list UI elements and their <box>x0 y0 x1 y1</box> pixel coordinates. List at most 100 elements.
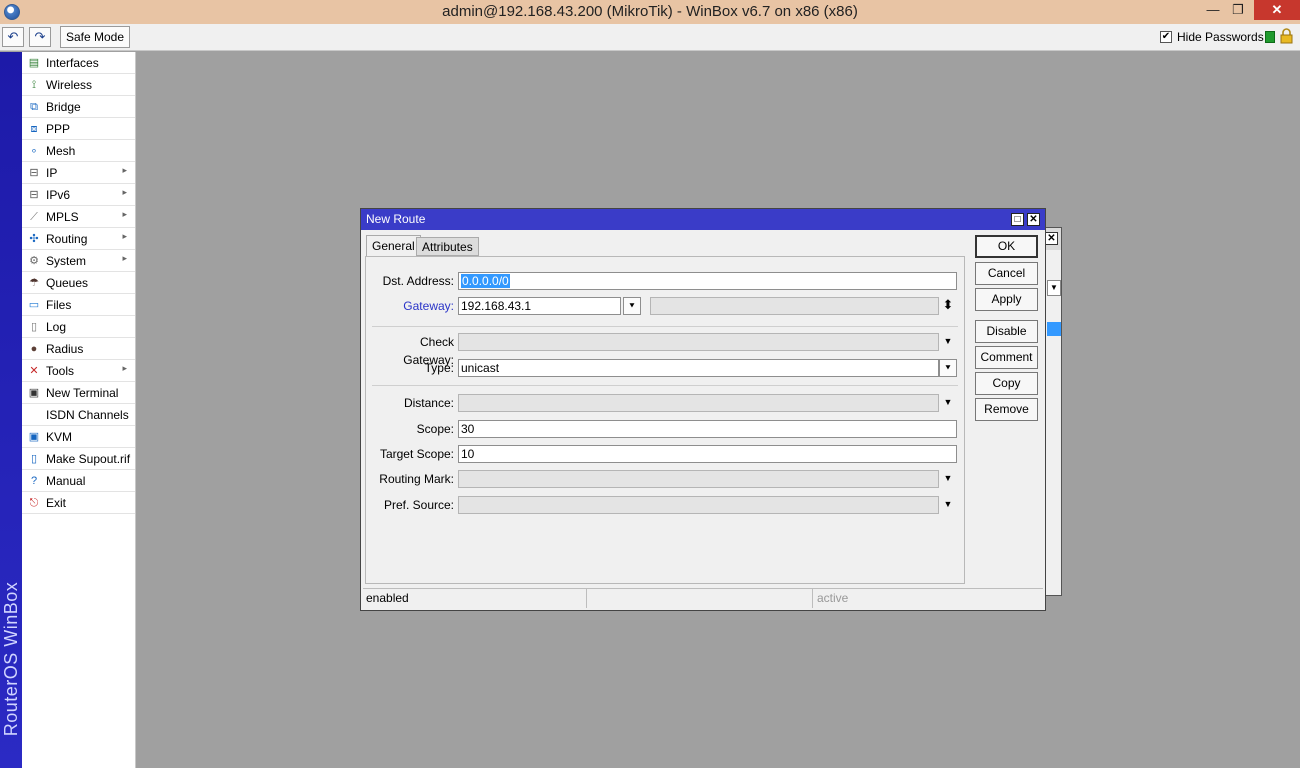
submenu-arrow-icon: ▸ <box>122 231 127 241</box>
pref-source-select[interactable] <box>458 496 939 514</box>
sidebar-item-bridge[interactable]: ⧉ Bridge <box>22 96 135 118</box>
sidebar-item-mesh[interactable]: ∘ Mesh <box>22 140 135 162</box>
routing-icon: ✣ <box>29 232 39 245</box>
window-title-bar: admin@192.168.43.200 (MikroTik) - WinBox… <box>0 0 1300 24</box>
dst-address-label: Dst. Address: <box>382 274 454 288</box>
target-scope-input[interactable]: 10 <box>458 445 957 463</box>
sidebar-item-kvm[interactable]: ▣ KVM <box>22 426 135 448</box>
sidebar-item-label: Interfaces <box>46 55 99 70</box>
queues-icon: ☂ <box>29 276 39 289</box>
comment-button[interactable]: Comment <box>975 346 1038 369</box>
sidebar-item-wireless[interactable]: ⟟ Wireless <box>22 74 135 96</box>
tab-attributes[interactable]: Attributes <box>416 237 479 256</box>
distance-dropdown-icon[interactable]: ▼ <box>939 394 957 412</box>
redo-button[interactable]: ↷ <box>29 27 51 47</box>
sidebar-item-new-terminal[interactable]: ▣ New Terminal <box>22 382 135 404</box>
tab-general[interactable]: General <box>366 235 421 257</box>
ok-button[interactable]: OK <box>975 235 1038 258</box>
dialog-maximize-button[interactable]: □ <box>1011 213 1024 226</box>
redo-icon: ↷ <box>34 29 46 44</box>
gateway-interface-input[interactable] <box>650 297 939 315</box>
gateway-label[interactable]: Gateway: <box>366 297 454 315</box>
type-dropdown-button[interactable]: ⯆ <box>939 359 957 377</box>
apply-button[interactable]: Apply <box>975 288 1038 311</box>
sidebar-item-ppp[interactable]: ⧈ PPP <box>22 118 135 140</box>
check-gateway-dropdown-icon[interactable]: ▼ <box>939 333 957 351</box>
sidebar-item-label: Exit <box>46 495 67 510</box>
interfaces-icon: ▤ <box>28 56 40 69</box>
submenu-arrow-icon: ▸ <box>122 209 127 219</box>
status-middle <box>589 589 813 608</box>
sidebar-item-queues[interactable]: ☂ Queues <box>22 272 135 294</box>
safe-mode-button[interactable]: Safe Mode <box>60 26 130 48</box>
lock-icon <box>1280 28 1293 44</box>
cancel-button[interactable]: Cancel <box>975 262 1038 285</box>
minimize-button[interactable]: — <box>1199 0 1227 20</box>
toolbar: ↶ ↷ Safe Mode ✔ Hide Passwords <box>0 24 1300 51</box>
scope-label: Scope: <box>416 422 454 436</box>
side-menu: ▤ Interfaces ⟟ Wireless ⧉ Bridge ⧈ PPP ∘ Mesh ⊟ IP ▸… <box>22 52 136 768</box>
scope-input[interactable]: 30 <box>458 420 957 438</box>
kvm-icon: ▣ <box>28 430 40 443</box>
dst-address-row: Dst. Address: 0.0.0.0/0 <box>366 272 966 290</box>
sidebar-item-exit[interactable]: ⎋ Exit <box>22 492 135 514</box>
routing-mark-row: Routing Mark: ▼ <box>366 470 966 488</box>
sidebar-item-label: ISDN Channels <box>46 407 129 422</box>
exit-icon: ⎋ <box>29 496 39 509</box>
sidebar-item-make-supout-rif[interactable]: ▯ Make Supout.rif <box>22 448 135 470</box>
gateway-add-remove-icon[interactable]: ⬍ <box>939 297 957 315</box>
routing-mark-dropdown-icon[interactable]: ▼ <box>939 470 957 488</box>
sidebar-item-label: Log <box>46 319 67 334</box>
status-active: active <box>817 591 849 605</box>
sidebar-item-tools[interactable]: ✕ Tools ▸ <box>22 360 135 382</box>
sidebar-item-label: New Terminal <box>46 385 119 400</box>
submenu-arrow-icon: ▸ <box>122 165 127 175</box>
sidebar-item-manual[interactable]: ? Manual <box>22 470 135 492</box>
type-row: Type: unicast ⯆ <box>366 359 966 377</box>
manual-icon: ? <box>30 474 38 487</box>
sidebar-item-system[interactable]: ⚙ System ▸ <box>22 250 135 272</box>
routing-mark-select[interactable] <box>458 470 939 488</box>
sidebar-item-files[interactable]: ▭ Files <box>22 294 135 316</box>
pref-source-row: Pref. Source: ▼ <box>366 496 966 514</box>
sidebar-item-ipv6[interactable]: ⊟ IPv6 ▸ <box>22 184 135 206</box>
route-list-selected-row[interactable] <box>1047 322 1061 336</box>
submenu-arrow-icon: ▸ <box>122 363 127 373</box>
dialog-title: New Route <box>366 212 426 226</box>
pref-source-dropdown-icon[interactable]: ▼ <box>939 496 957 514</box>
sidebar-item-ip[interactable]: ⊟ IP ▸ <box>22 162 135 184</box>
sidebar-item-label: Queues <box>46 275 89 290</box>
sidebar-item-label: Make Supout.rif <box>46 451 131 466</box>
sidebar-item-routing[interactable]: ✣ Routing ▸ <box>22 228 135 250</box>
copy-button[interactable]: Copy <box>975 372 1038 395</box>
system-icon: ⚙ <box>29 254 39 267</box>
sidebar-item-interfaces[interactable]: ▤ Interfaces <box>22 52 135 74</box>
disable-button[interactable]: Disable <box>975 320 1038 343</box>
type-select[interactable]: unicast <box>458 359 939 377</box>
blank-icon <box>26 407 42 423</box>
hide-passwords-label: Hide Passwords <box>1177 30 1264 44</box>
pref-source-label: Pref. Source: <box>383 498 454 512</box>
hide-passwords-checkbox[interactable]: ✔ <box>1160 31 1172 43</box>
sidebar-item-radius[interactable]: ● Radius <box>22 338 135 360</box>
close-window-button[interactable]: ✕ <box>1254 0 1300 20</box>
bridge-icon: ⧉ <box>30 100 38 113</box>
gateway-dropdown-button[interactable]: ⯆ <box>623 297 641 315</box>
route-list-close-button[interactable]: ✕ <box>1045 232 1058 245</box>
gateway-input[interactable]: 192.168.43.1 <box>458 297 621 315</box>
restore-button[interactable]: ❐ <box>1224 0 1252 20</box>
terminal-icon: ▣ <box>28 386 40 399</box>
hide-passwords-toggle[interactable]: ✔ Hide Passwords <box>1160 29 1264 45</box>
undo-button[interactable]: ↶ <box>2 27 24 47</box>
dialog-close-button[interactable]: ✕ <box>1027 213 1040 226</box>
sidebar-item-mpls[interactable]: ⟋ MPLS ▸ <box>22 206 135 228</box>
route-list-filter-dropdown[interactable]: ▼ <box>1047 280 1061 296</box>
remove-button[interactable]: Remove <box>975 398 1038 421</box>
sidebar-item-label: PPP <box>46 121 71 136</box>
dst-address-input[interactable]: 0.0.0.0/0 <box>458 272 957 290</box>
sidebar-item-isdn-channels[interactable]: ISDN Channels <box>22 404 135 426</box>
brand-label: RouterOS WinBox <box>1 581 21 737</box>
sidebar-item-log[interactable]: ▯ Log <box>22 316 135 338</box>
distance-input[interactable] <box>458 394 939 412</box>
check-gateway-select[interactable] <box>458 333 939 351</box>
